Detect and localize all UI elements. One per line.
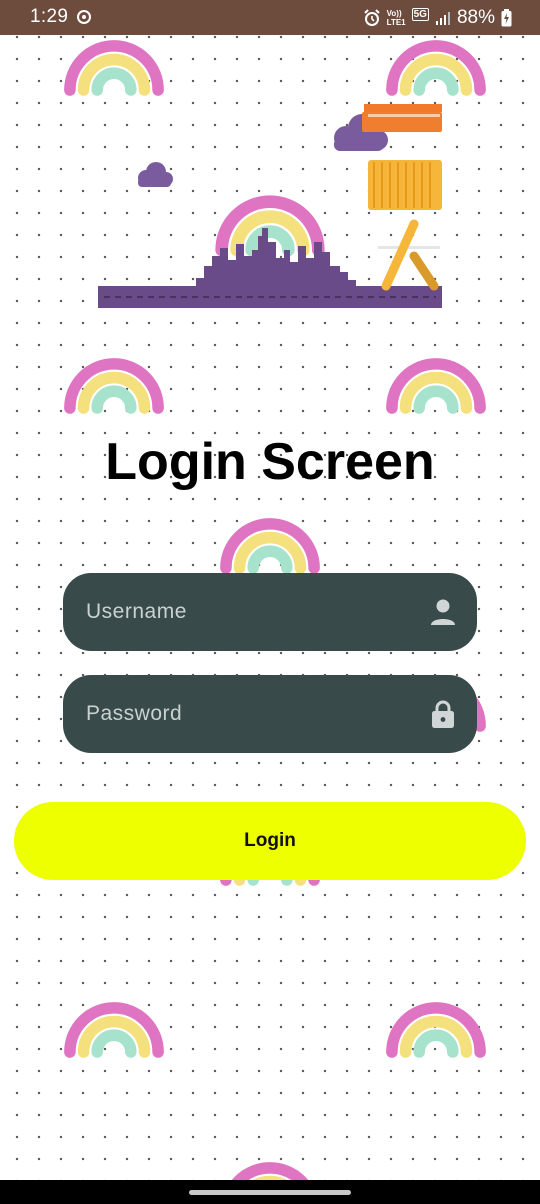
alarm-icon <box>363 9 380 26</box>
road-strip <box>98 286 442 308</box>
password-field[interactable] <box>63 675 477 753</box>
battery-charging-icon <box>501 9 512 27</box>
rainbow-icon <box>392 364 480 408</box>
lock-icon <box>432 700 454 728</box>
battery-percent: 88% <box>456 7 495 28</box>
password-input[interactable] <box>63 701 408 727</box>
city-illustration <box>98 104 442 308</box>
page-title: Login Screen <box>105 433 435 491</box>
status-time: 1:29 <box>30 6 69 27</box>
skyline-icon <box>196 228 356 288</box>
login-button[interactable]: Login <box>14 802 526 880</box>
signal-icon <box>435 12 450 25</box>
rainbow-icon <box>392 46 480 90</box>
cloud-icon <box>334 114 388 151</box>
rainbow-icon <box>70 46 158 90</box>
username-input[interactable] <box>63 599 408 625</box>
person-icon <box>431 599 455 625</box>
network-volte-label: Vo)) LTE1 <box>386 9 406 27</box>
rainbow-icon <box>226 1168 314 1180</box>
network-type-label: 5G <box>411 8 429 21</box>
rainbow-icon <box>70 1008 158 1052</box>
username-field[interactable] <box>63 573 477 651</box>
rainbow-icon <box>226 524 314 568</box>
rainbow-icon <box>70 364 158 408</box>
cloud-icon <box>138 162 173 187</box>
navigation-bar <box>0 1180 540 1204</box>
status-icons: Vo)) LTE1 5G 88% <box>363 6 512 30</box>
sync-icon <box>77 10 91 24</box>
status-bar: 1:29 Vo)) LTE1 5G 88% <box>0 0 540 35</box>
home-gesture-handle[interactable] <box>189 1190 351 1195</box>
rainbow-icon <box>392 1008 480 1052</box>
